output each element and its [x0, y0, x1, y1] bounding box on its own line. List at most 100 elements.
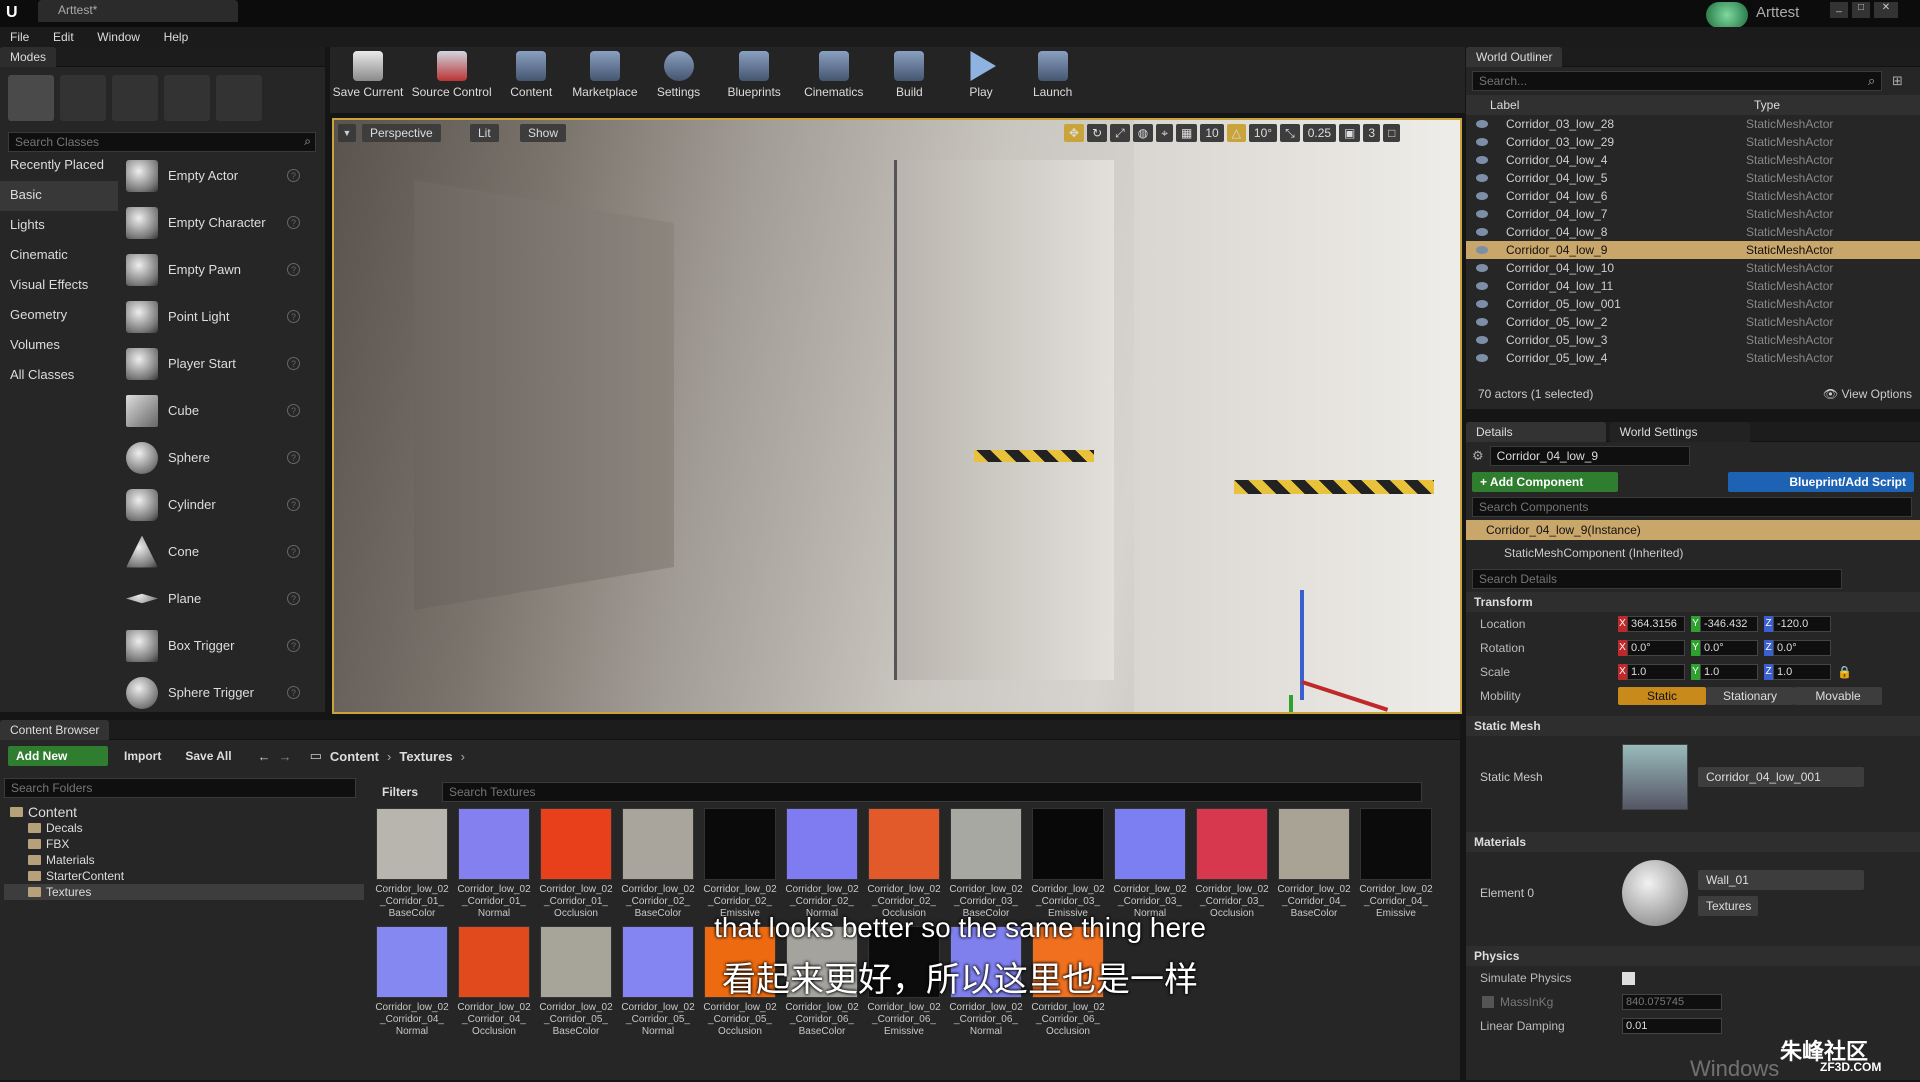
component-instance-row[interactable]: Corridor_04_low_9(Instance): [1466, 520, 1920, 540]
outliner-row[interactable]: Corridor_03_low_29 StaticMeshActor: [1466, 133, 1920, 151]
texture-asset[interactable]: Corridor_low_02 _Corridor_04_ Normal: [374, 926, 450, 1044]
placeable-empty-character[interactable]: Empty Character?: [120, 199, 310, 246]
texture-asset[interactable]: Corridor_low_02 _Corridor_03_ BaseColor: [948, 808, 1024, 926]
outliner-row[interactable]: Corridor_04_low_7 StaticMeshActor: [1466, 205, 1920, 223]
back-arrow-icon[interactable]: ←: [258, 749, 271, 764]
cinematics-button[interactable]: Cinematics: [796, 47, 872, 103]
place-mode-icon[interactable]: [8, 75, 54, 121]
texture-asset[interactable]: Corridor_low_02 _Corridor_02_ Normal: [784, 808, 860, 926]
category-cinematic[interactable]: Cinematic: [0, 241, 118, 271]
location-z[interactable]: -120.0: [1773, 616, 1831, 632]
linear-damping-value[interactable]: 0.01: [1622, 1018, 1722, 1034]
rotation-x[interactable]: 0.0°: [1627, 640, 1685, 656]
outliner-row[interactable]: Corridor_04_low_10 StaticMeshActor: [1466, 259, 1920, 277]
folder-content[interactable]: Content: [4, 804, 364, 820]
textures-dropdown[interactable]: Textures: [1698, 896, 1758, 916]
details-tab[interactable]: Details: [1466, 422, 1606, 442]
breadcrumb-content[interactable]: Content: [330, 749, 379, 764]
outliner-row[interactable]: Corridor_04_low_9 StaticMeshActor: [1466, 241, 1920, 259]
outliner-row[interactable]: Corridor_05_low_001 StaticMeshActor: [1466, 295, 1920, 313]
outliner-row[interactable]: Corridor_03_low_28 StaticMeshActor: [1466, 115, 1920, 133]
add-new-button[interactable]: Add New: [8, 746, 108, 766]
menu-window[interactable]: Window: [87, 27, 150, 47]
outliner-row[interactable]: Corridor_04_low_4 StaticMeshActor: [1466, 151, 1920, 169]
minimize-button[interactable]: _: [1830, 2, 1848, 18]
help-icon[interactable]: ?: [287, 498, 300, 511]
texture-asset[interactable]: Corridor_low_02 _Corridor_04_ Emissive: [1358, 808, 1434, 926]
rotation-snap-icon[interactable]: △: [1226, 124, 1246, 142]
outliner-row[interactable]: Corridor_04_low_5 StaticMeshActor: [1466, 169, 1920, 187]
add-folder-icon[interactable]: ⊞: [1892, 73, 1903, 89]
help-icon[interactable]: ?: [287, 263, 300, 276]
mobility-static[interactable]: Static: [1618, 687, 1706, 705]
static-mesh-dropdown[interactable]: Corridor_04_low_001: [1698, 767, 1864, 787]
category-visual-effects[interactable]: Visual Effects: [0, 271, 118, 301]
search-textures-input[interactable]: [442, 782, 1422, 802]
outliner-search-input[interactable]: [1472, 71, 1882, 91]
menu-help[interactable]: Help: [154, 27, 199, 47]
mobility-stationary[interactable]: Stationary: [1706, 687, 1794, 705]
rotation-snap-value[interactable]: 10°: [1248, 124, 1278, 142]
document-tab[interactable]: Arttest*: [38, 0, 238, 22]
help-icon[interactable]: ?: [287, 216, 300, 229]
category-lights[interactable]: Lights: [0, 211, 118, 241]
scale-snap-value[interactable]: 0.25: [1302, 124, 1337, 142]
maximize-viewport-icon[interactable]: □: [1383, 124, 1401, 142]
visibility-eye-icon[interactable]: [1476, 246, 1488, 254]
visibility-eye-icon[interactable]: [1476, 174, 1488, 182]
col-type[interactable]: Type: [1754, 98, 1780, 112]
category-recently-placed[interactable]: Recently Placed: [0, 151, 118, 181]
col-label[interactable]: Label: [1490, 98, 1754, 112]
folder-fbx[interactable]: FBX: [4, 836, 364, 852]
scale-z[interactable]: 1.0: [1773, 664, 1831, 680]
placeable-plane[interactable]: Plane?: [120, 575, 310, 622]
rotation-z[interactable]: 0.0°: [1773, 640, 1831, 656]
visibility-eye-icon[interactable]: [1476, 282, 1488, 290]
mass-value[interactable]: 840.075745: [1622, 994, 1722, 1010]
translate-tool-icon[interactable]: ✥: [1064, 124, 1085, 142]
transform-section[interactable]: Transform: [1466, 592, 1920, 612]
texture-asset[interactable]: Corridor_low_02 _Corridor_04_ BaseColor: [1276, 808, 1352, 926]
texture-asset[interactable]: Corridor_low_02 _Corridor_02_ Emissive: [702, 808, 778, 926]
placeable-cube[interactable]: Cube?: [120, 387, 310, 434]
world-outliner-tab[interactable]: World Outliner: [1466, 47, 1563, 67]
save-current-button[interactable]: Save Current: [330, 47, 406, 103]
texture-asset[interactable]: Corridor_low_02 _Corridor_02_ BaseColor: [620, 808, 696, 926]
show-button[interactable]: Show: [520, 124, 567, 142]
placeable-sphere-trigger[interactable]: Sphere Trigger?: [120, 669, 310, 716]
grid-size-value[interactable]: 10: [1200, 124, 1224, 142]
outliner-row[interactable]: Corridor_04_low_11 StaticMeshActor: [1466, 277, 1920, 295]
search-classes-input[interactable]: [8, 132, 316, 152]
source-control-button[interactable]: Source Control: [410, 47, 494, 103]
visibility-eye-icon[interactable]: [1476, 336, 1488, 344]
static-mesh-section[interactable]: Static Mesh: [1466, 716, 1920, 736]
filters-button[interactable]: Filters: [374, 782, 434, 802]
visibility-eye-icon[interactable]: [1476, 138, 1488, 146]
viewport[interactable]: ▼ Perspective Lit Show ✥ ↻ ⤢ ◍ ⌖ ▦ 10 △ …: [332, 118, 1462, 714]
texture-asset[interactable]: Corridor_low_02 _Corridor_01_ Normal: [456, 808, 532, 926]
outliner-row[interactable]: Corridor_05_low_3 StaticMeshActor: [1466, 331, 1920, 349]
scale-x[interactable]: 1.0: [1627, 664, 1685, 680]
help-icon[interactable]: ?: [287, 404, 300, 417]
rotate-tool-icon[interactable]: ↻: [1087, 124, 1108, 142]
placeable-empty-actor[interactable]: Empty Actor?: [120, 152, 310, 199]
grid-snap-icon[interactable]: ▦: [1175, 124, 1198, 142]
folder-startercontent[interactable]: StarterContent: [4, 868, 364, 884]
folder-materials[interactable]: Materials: [4, 852, 364, 868]
help-icon[interactable]: ?: [287, 686, 300, 699]
help-icon[interactable]: ?: [287, 545, 300, 558]
rotation-y[interactable]: 0.0°: [1700, 640, 1758, 656]
placeable-sphere[interactable]: Sphere?: [120, 434, 310, 481]
texture-asset[interactable]: Corridor_low_02 _Corridor_01_ Occlusion: [538, 808, 614, 926]
viewport-options-button[interactable]: ▼: [338, 124, 356, 142]
gizmo-y-axis[interactable]: [1289, 695, 1293, 712]
location-x[interactable]: 364.3156: [1627, 616, 1685, 632]
blueprint-add-script-button[interactable]: Blueprint/Add Script: [1728, 472, 1914, 492]
blueprints-button[interactable]: Blueprints: [716, 47, 792, 103]
help-icon[interactable]: ?: [287, 451, 300, 464]
launch-button[interactable]: Launch: [1019, 47, 1087, 103]
texture-asset[interactable]: Corridor_low_02 _Corridor_02_ Occlusion: [866, 808, 942, 926]
visibility-eye-icon[interactable]: [1476, 156, 1488, 164]
outliner-row[interactable]: Corridor_04_low_8 StaticMeshActor: [1466, 223, 1920, 241]
texture-asset[interactable]: Corridor_low_02 _Corridor_01_ BaseColor: [374, 808, 450, 926]
